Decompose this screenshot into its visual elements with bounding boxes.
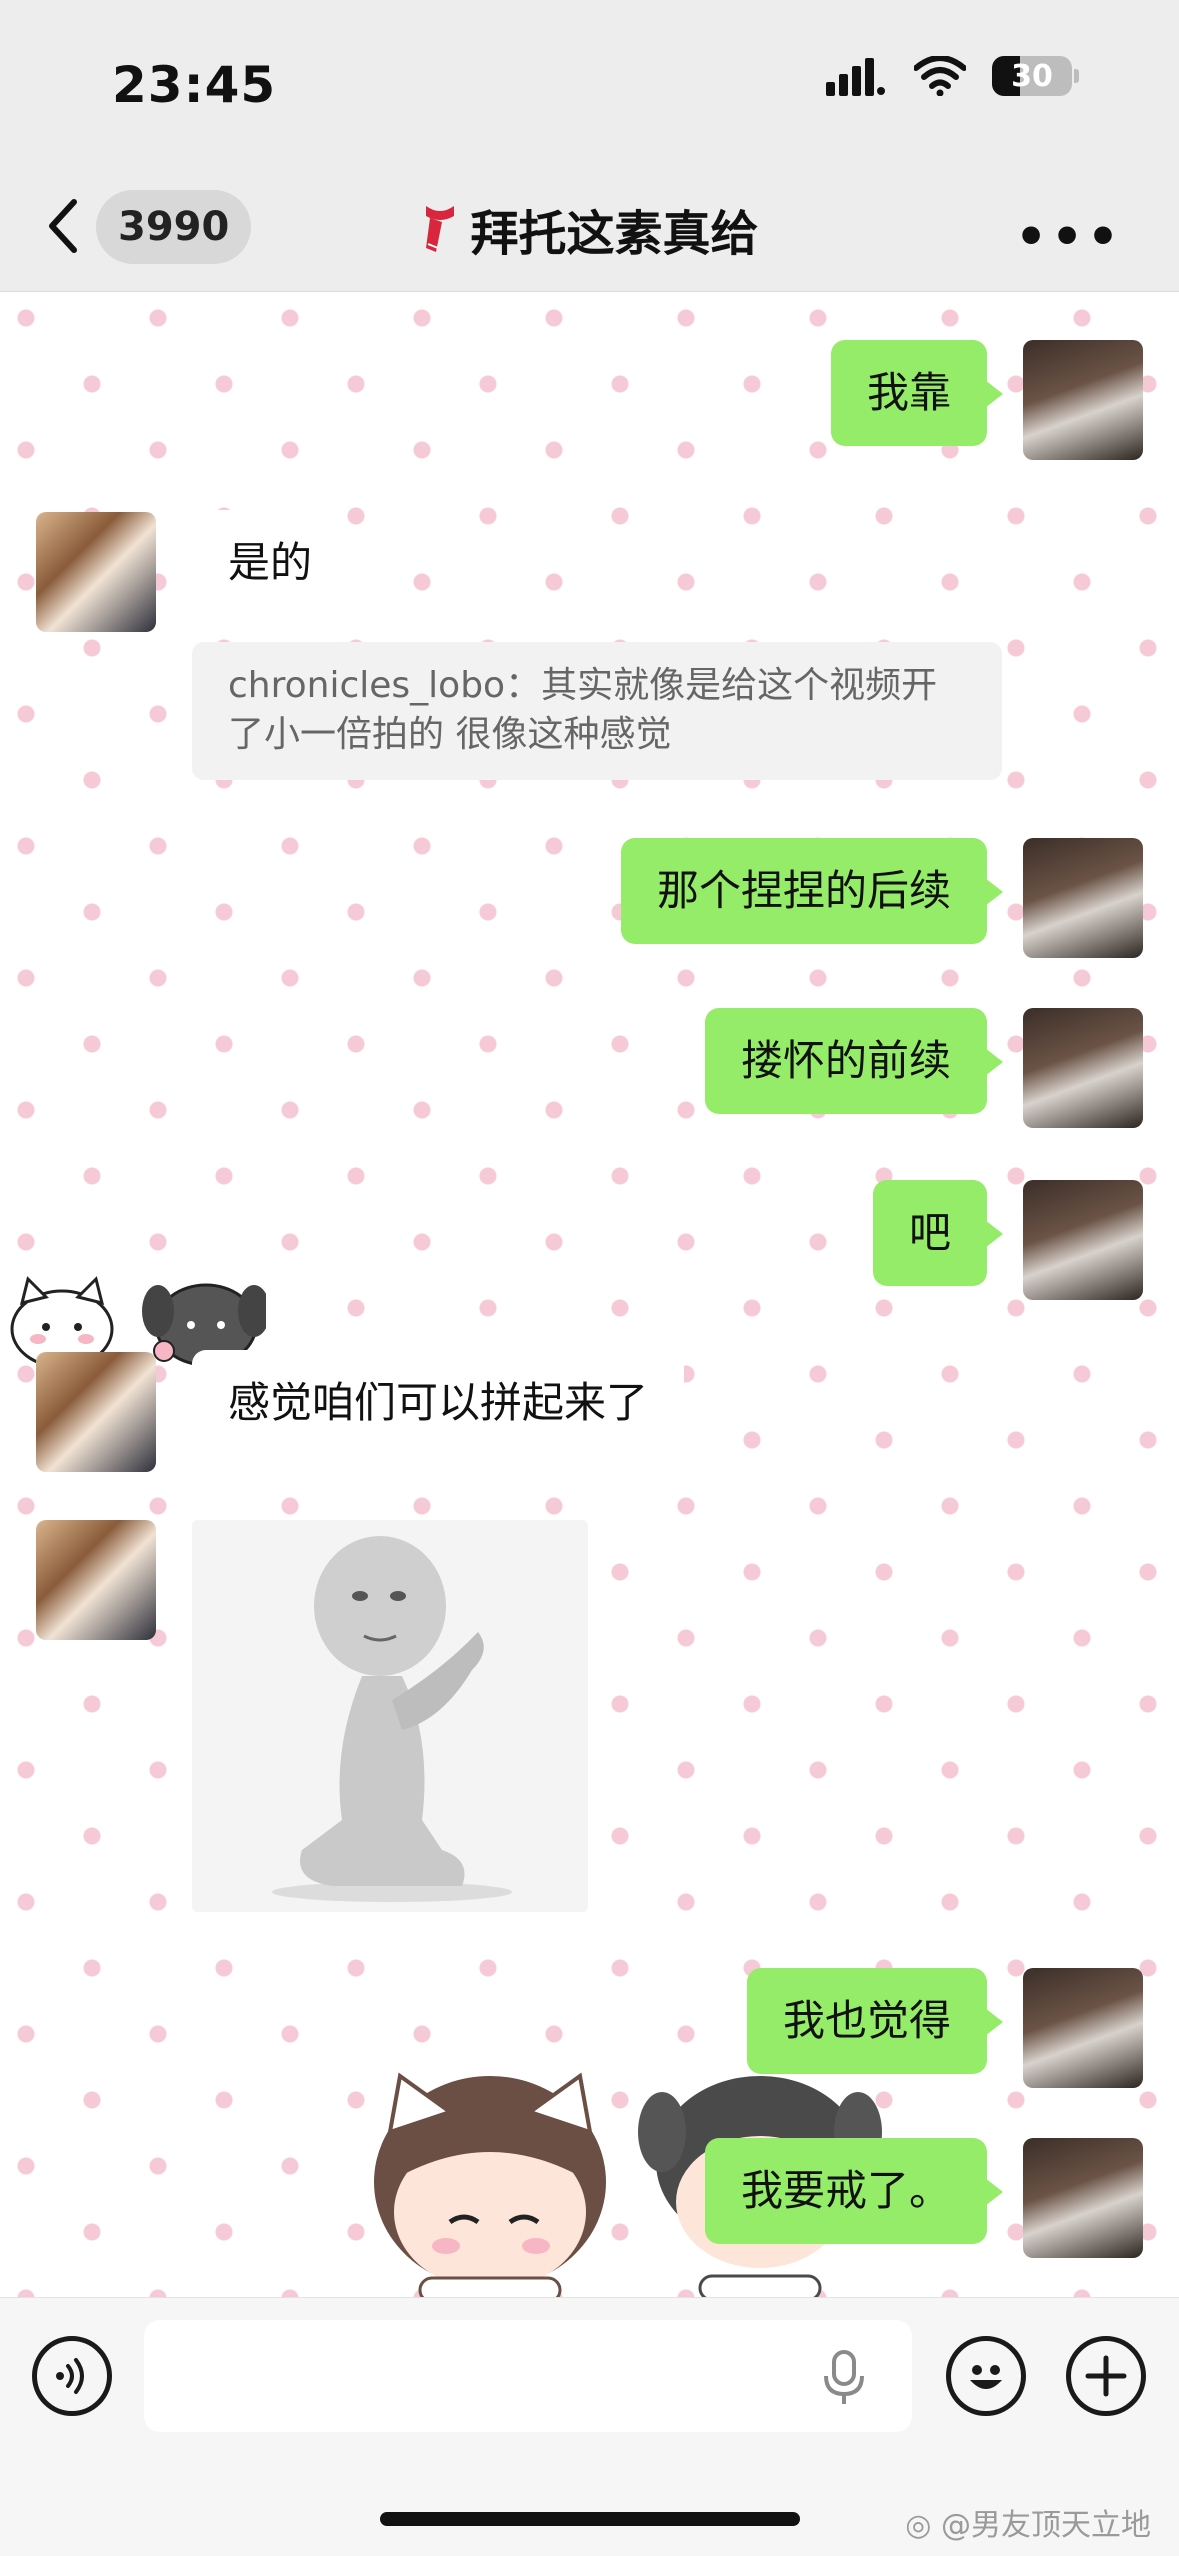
scarf-emoji-icon [426, 206, 455, 252]
message-bubble-sent[interactable]: 我也觉得 [746, 1968, 1004, 2075]
weibo-logo-icon: ◎ [905, 2508, 932, 2543]
sticker-message[interactable] [192, 1520, 588, 1912]
message-bubble-sent[interactable]: 搂怀的前续 [704, 1008, 1004, 1115]
wifi-icon [914, 56, 966, 96]
status-icons: 30 [826, 56, 1079, 96]
mic-icon[interactable] [822, 2350, 866, 2406]
my-avatar[interactable] [1023, 1180, 1143, 1300]
home-indicator [380, 2512, 800, 2526]
message-bubble-sent[interactable]: 我要戒了。 [704, 2138, 1004, 2245]
my-avatar[interactable] [1023, 2138, 1143, 2258]
my-avatar[interactable] [1023, 1968, 1143, 2088]
watermark: ◎ @男友顶天立地 [905, 2508, 1151, 2543]
kneeling-figure-sticker-icon [192, 1520, 588, 1912]
battery-indicator: 30 [992, 56, 1072, 96]
message-bubble-sent[interactable]: 那个捏捏的后续 [620, 838, 1004, 945]
more-options-icon[interactable]: ••• [1015, 208, 1123, 266]
chat-title: 拜托这素真给 [0, 194, 1179, 264]
my-avatar[interactable] [1023, 1008, 1143, 1128]
my-avatar[interactable] [1023, 838, 1143, 958]
quoted-message[interactable]: chronicles_lobo：其实就像是给这个视频开了小一倍拍的 很像这种感觉 [192, 642, 1002, 780]
signal-icon [826, 58, 885, 96]
message-input[interactable] [144, 2320, 912, 2432]
my-avatar[interactable] [1023, 340, 1143, 460]
emoji-icon[interactable] [946, 2336, 1026, 2416]
message-bubble-received[interactable]: 是的 [175, 510, 349, 617]
message-bubble-sent[interactable]: 我靠 [830, 340, 1004, 447]
message-bubble-sent[interactable]: 吧 [872, 1180, 1004, 1287]
voice-icon[interactable] [32, 2336, 112, 2416]
friend-avatar[interactable] [36, 1352, 156, 1472]
header: 23:45 30 3990 拜托这素真给 ••• [0, 0, 1179, 292]
status-time: 23:45 [112, 56, 277, 114]
message-bubble-received[interactable]: 感觉咱们可以拼起来了 [175, 1350, 685, 1457]
friend-avatar[interactable] [36, 1520, 156, 1640]
friend-avatar[interactable] [36, 512, 156, 632]
chat-title-text: 拜托这素真给 [470, 206, 759, 262]
plus-icon[interactable] [1066, 2336, 1146, 2416]
chat-area[interactable]: 我靠 是的 chronicles_lobo：其实就像是给这个视频开了小一倍拍的 … [0, 292, 1179, 2297]
